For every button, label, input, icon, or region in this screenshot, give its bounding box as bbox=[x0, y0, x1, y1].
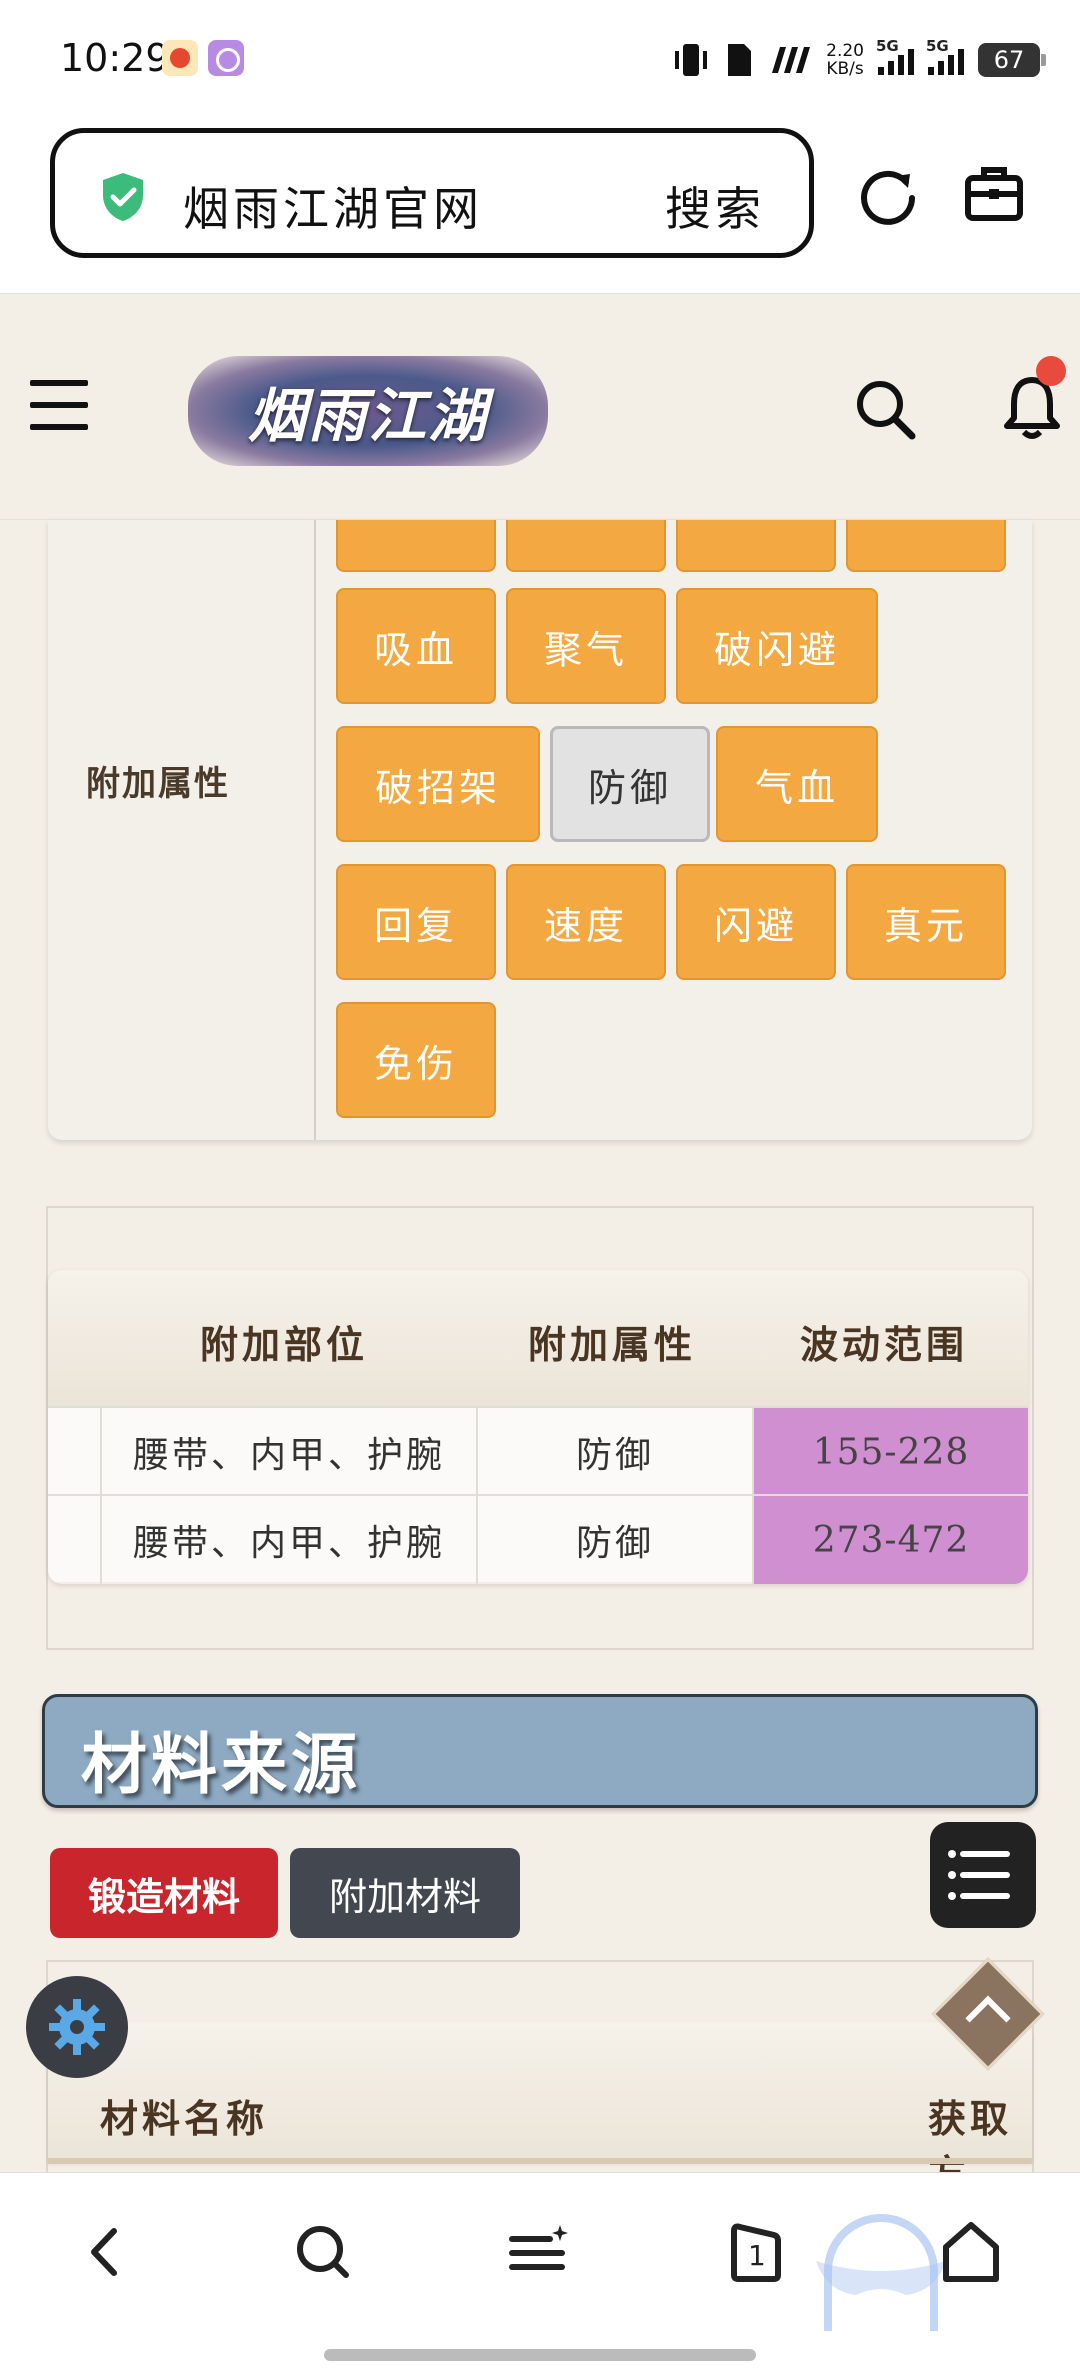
table-row: 腰带、内甲、护腕 防御 155-228 bbox=[48, 1406, 1028, 1496]
table-header: 附加部位 附加属性 波动范围 bbox=[48, 1270, 1028, 1406]
menu-icon[interactable] bbox=[30, 380, 88, 430]
th-material-name: 材料名称 bbox=[100, 2097, 269, 2141]
tab-count: 1 bbox=[748, 2239, 766, 2272]
cell-attr: 防御 bbox=[476, 1408, 752, 1496]
vibrate-icon bbox=[675, 44, 708, 76]
sim-icon bbox=[728, 44, 752, 76]
battery-icon: 67 bbox=[978, 43, 1046, 77]
tabs-button[interactable]: 1 bbox=[720, 2217, 790, 2287]
search-icon[interactable] bbox=[288, 2217, 358, 2287]
th-range: 波动范围 bbox=[800, 1323, 969, 1367]
attr-chip-hidden[interactable] bbox=[676, 520, 836, 572]
materials-table-header: 材料名称 获取方 bbox=[48, 2022, 1032, 2196]
attr-chip-dodge[interactable]: 闪避 bbox=[676, 864, 836, 980]
browser-toolbar: 烟雨江湖官网 搜索 bbox=[0, 118, 1080, 294]
table-row: 腰带、内甲、护腕 防御 273-472 bbox=[48, 1494, 1028, 1584]
address-bar[interactable]: 烟雨江湖官网 搜索 bbox=[50, 128, 814, 258]
attr-chip-regen[interactable]: 回复 bbox=[336, 864, 496, 980]
logo-text: 烟雨江湖 bbox=[247, 382, 488, 450]
search-icon[interactable] bbox=[852, 376, 918, 442]
home-indicator[interactable] bbox=[324, 2349, 756, 2361]
attr-chip-hidden[interactable] bbox=[336, 520, 496, 572]
cell-part: 腰带、内甲、护腕 bbox=[100, 1408, 476, 1496]
purple-app-icon bbox=[208, 40, 244, 76]
status-time: 10:29 bbox=[60, 36, 170, 80]
net-speed-value: 2.20 bbox=[826, 41, 864, 61]
shield-check-icon bbox=[103, 173, 143, 221]
status-bar: 10:29 2.20 KB/s 5G 5G 67 bbox=[0, 0, 1080, 118]
status-indicators: 2.20 KB/s 5G 5G 67 bbox=[672, 37, 1046, 82]
materials-header-divider bbox=[48, 2158, 1032, 2164]
section-title: 材料来源 bbox=[81, 1725, 361, 1803]
carrier-icon bbox=[772, 47, 811, 73]
th-attr: 附加属性 bbox=[528, 1323, 697, 1367]
site-header: 烟雨江湖 bbox=[0, 294, 1080, 520]
net-speed: 2.20 KB/s bbox=[826, 42, 864, 78]
attr-chip-hidden[interactable] bbox=[506, 520, 666, 572]
tab-extra-materials[interactable]: 附加材料 bbox=[290, 1848, 520, 1938]
settings-gear-button[interactable] bbox=[26, 1976, 128, 2078]
floating-overlay-icon bbox=[816, 2214, 946, 2331]
attribute-filter-panel: 附加属性 吸血 聚气 破闪避 破招架 防御 气血 回复 速度 闪避 真元 免伤 bbox=[48, 520, 1032, 1140]
tomato-app-icon bbox=[162, 40, 198, 76]
cell-range: 155-228 bbox=[752, 1408, 1028, 1496]
notification-dot bbox=[1036, 356, 1066, 386]
signal-icon-2: 5G bbox=[926, 37, 964, 75]
reload-icon[interactable] bbox=[856, 162, 920, 226]
menu-plus-icon[interactable] bbox=[504, 2217, 574, 2287]
signal-2-label: 5G bbox=[926, 37, 949, 55]
site-logo[interactable]: 烟雨江湖 bbox=[188, 356, 548, 466]
attr-chip-life-steal[interactable]: 吸血 bbox=[336, 588, 496, 704]
signal-1-label: 5G bbox=[876, 37, 899, 55]
attribute-label: 附加属性 bbox=[86, 764, 230, 804]
net-speed-unit: KB/s bbox=[826, 59, 864, 79]
attr-chip-true-essence[interactable]: 真元 bbox=[846, 864, 1006, 980]
attribute-range-table: 附加部位 附加属性 波动范围 腰带、内甲、护腕 防御 155-228 腰带、内甲… bbox=[48, 1270, 1028, 1584]
attr-chip-damage-reduction[interactable]: 免伤 bbox=[336, 1002, 496, 1118]
cell-part: 腰带、内甲、护腕 bbox=[100, 1496, 476, 1584]
attr-chip-break-parry[interactable]: 破招架 bbox=[336, 726, 540, 842]
home-icon[interactable] bbox=[936, 2217, 1006, 2287]
back-icon[interactable] bbox=[72, 2217, 142, 2287]
attr-chip-speed[interactable]: 速度 bbox=[506, 864, 666, 980]
attr-chip-focus[interactable]: 聚气 bbox=[506, 588, 666, 704]
bottom-navigation: 1 bbox=[0, 2172, 1080, 2376]
cell-range: 273-472 bbox=[752, 1496, 1028, 1584]
material-source-header: 材料来源 bbox=[42, 1694, 1038, 1808]
address-search-button[interactable]: 搜索 bbox=[665, 173, 765, 239]
attr-chip-hidden[interactable] bbox=[846, 520, 1006, 572]
attr-chip-defense-selected[interactable]: 防御 bbox=[550, 726, 710, 842]
toolbox-icon[interactable] bbox=[962, 162, 1026, 226]
gear-icon bbox=[49, 1999, 105, 2055]
list-menu-button[interactable] bbox=[930, 1822, 1036, 1928]
cell-attr: 防御 bbox=[476, 1496, 752, 1584]
address-site-name: 烟雨江湖官网 bbox=[183, 182, 483, 236]
attr-chip-break-dodge[interactable]: 破闪避 bbox=[676, 588, 878, 704]
attribute-label-column: 附加属性 bbox=[48, 520, 316, 1140]
signal-icon: 5G bbox=[876, 37, 914, 75]
attr-chip-hp[interactable]: 气血 bbox=[716, 726, 878, 842]
tab-forge-materials[interactable]: 锻造材料 bbox=[50, 1848, 278, 1938]
th-part: 附加部位 bbox=[200, 1323, 369, 1367]
